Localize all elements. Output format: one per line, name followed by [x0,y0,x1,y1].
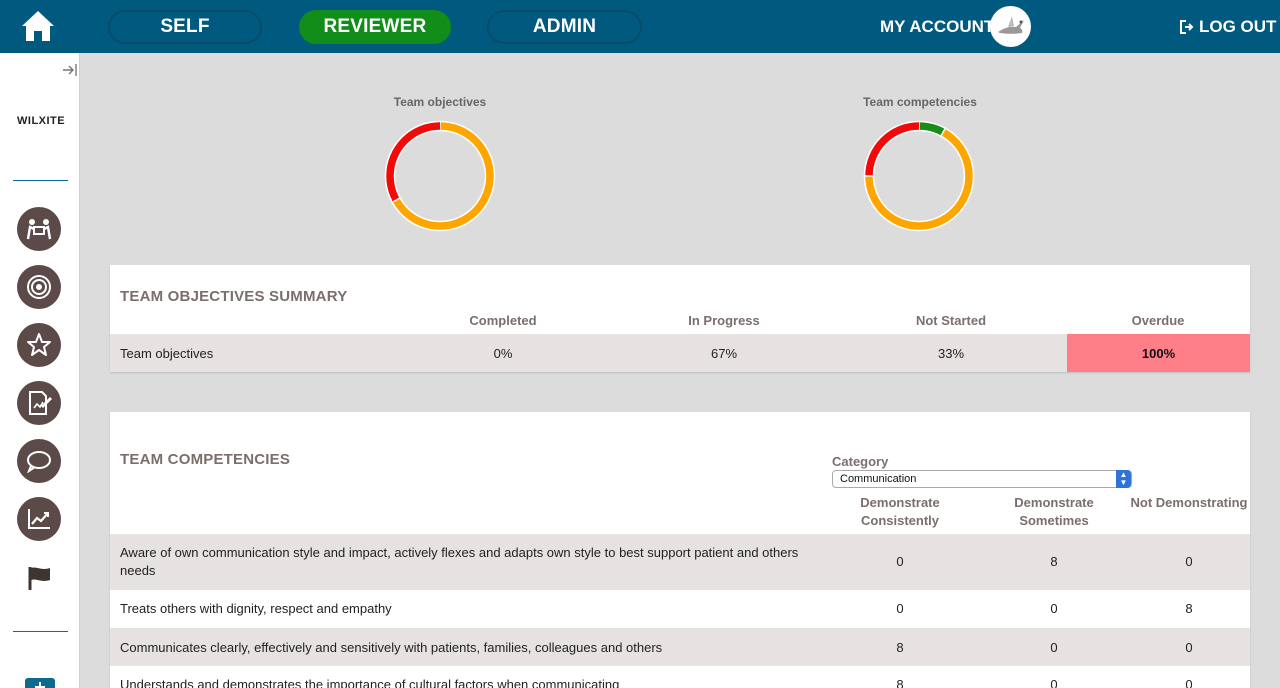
donut-slice-not-demonstrating [864,121,920,177]
avatar[interactable] [990,6,1031,47]
column-header-in-progress: In Progress [688,313,760,328]
home-icon[interactable] [20,9,56,43]
sidebar-item-flag[interactable] [27,565,53,591]
objectives-summary-card: TEAM OBJECTIVES SUMMARY Completed In Pro… [110,265,1250,372]
competency-text: Communicates clearly, effectively and se… [120,640,663,655]
objectives-chart-title: Team objectives [393,95,487,109]
donut-rim [393,129,487,223]
overdue-value: 100% [1067,334,1250,372]
document-edit-icon [29,391,52,415]
logout-label: LOG OUT [1199,17,1277,36]
sometimes-value: 0 [1050,640,1058,655]
sidebar-item-team[interactable] [17,207,61,251]
bird-avatar-icon [998,16,1024,34]
sometimes-value: 8 [1050,554,1058,569]
star-icon [27,333,51,356]
not-demonstrating-value: 0 [1185,640,1193,655]
tab-reviewer[interactable]: REVIEWER [299,10,451,44]
consistently-value: 0 [896,601,904,616]
tab-admin-label: ADMIN [532,16,597,37]
sidebar-item-feedback[interactable] [17,439,61,483]
competencies-chart-title: Team competencies [863,95,977,109]
tab-reviewer-label: REVIEWER [323,16,427,37]
sidebar-item-competencies[interactable] [17,323,61,367]
category-label: Category [832,454,889,469]
logout-button[interactable]: LOG OUT [1180,17,1276,37]
column-header-not-demonstrating: Not Demonstrating [1130,495,1248,510]
competencies-donut-chart [863,120,975,232]
competency-text: Aware of own communication style and imp… [120,545,799,578]
not-started-value: 33% [937,346,965,361]
sometimes-value: 0 [1050,677,1058,688]
in-progress-value: 67% [710,346,738,361]
top-navigation-bar: SELF REVIEWER ADMIN MY ACCOUNT LOG OUT [0,0,1280,53]
sidebar: WILXITE [0,53,80,688]
brand-logo: WILXITE [17,115,66,127]
tab-self-label: SELF [160,16,210,37]
chat-icon [27,451,51,473]
add-button[interactable] [25,678,55,688]
not-demonstrating-value: 0 [1185,677,1193,688]
column-header-not-started: Not Started [915,313,987,328]
target-icon [27,275,51,299]
plus-icon [35,682,45,688]
table-row: Communicates clearly, effectively and se… [110,628,1250,666]
table-row: Understands and demonstrates the importa… [110,666,1250,688]
objectives-summary-title: TEAM OBJECTIVES SUMMARY [120,288,348,305]
team-icon [26,219,52,240]
sidebar-divider [13,180,68,181]
my-account-label: MY ACCOUNT [880,17,995,36]
collapse-sidebar-icon[interactable] [62,63,78,77]
tab-admin[interactable]: ADMIN [487,10,642,44]
objectives-donut-chart [384,120,496,232]
tab-self[interactable]: SELF [108,10,262,44]
sidebar-divider-bottom [13,631,68,632]
my-account-link[interactable]: MY ACCOUNT [880,17,994,37]
completed-value: 0% [493,346,513,361]
trend-chart-icon [28,509,50,529]
category-select[interactable]: Communication ▲ ▼ [832,470,1132,488]
sometimes-value: 0 [1050,601,1058,616]
sidebar-item-objectives[interactable] [17,265,61,309]
table-row: Aware of own communication style and imp… [110,534,1250,590]
competency-text: Understands and demonstrates the importa… [120,677,620,688]
not-demonstrating-value: 8 [1185,601,1193,616]
donut-rim [863,120,975,232]
donut-rim [872,129,966,223]
column-header-consistently: Demonstrate Consistently [860,495,940,528]
table-row: Team objectives 0% 67% 33% 100% [110,334,1250,372]
column-header-sometimes: Demonstrate Sometimes [1014,495,1094,528]
table-row: Treats others with dignity, respect and … [110,590,1250,628]
competency-text: Treats others with dignity, respect and … [120,601,392,616]
consistently-value: 0 [896,554,904,569]
flag-icon [28,567,50,590]
competencies-title: TEAM COMPETENCIES [120,451,291,468]
row-label: Team objectives [120,346,214,361]
sidebar-item-reports[interactable] [17,497,61,541]
logout-icon [1180,20,1194,34]
consistently-value: 8 [896,640,904,655]
sidebar-item-reviews[interactable] [17,381,61,425]
select-arrows-icon: ▲ ▼ [1116,470,1131,488]
not-demonstrating-value: 0 [1185,554,1193,569]
category-select-value: Communication [840,473,917,485]
column-header-overdue: Overdue [1131,313,1185,328]
column-header-completed: Completed [469,313,537,328]
competencies-card: TEAM COMPETENCIES Category Communication… [110,412,1250,688]
donut-rim [384,120,496,232]
consistently-value: 8 [896,677,904,688]
